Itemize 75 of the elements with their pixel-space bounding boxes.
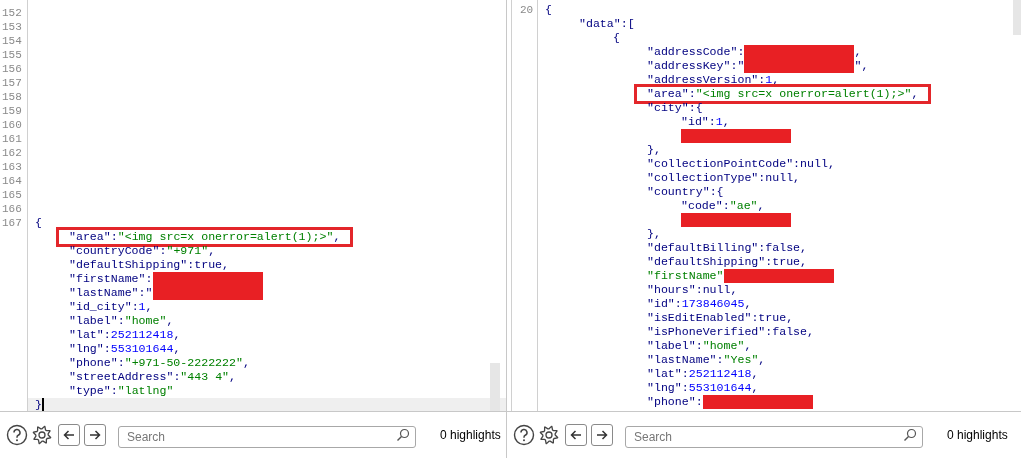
line-number: 157 xyxy=(2,76,23,90)
code-line: "city":{ xyxy=(647,101,703,115)
scrollbar-thumb[interactable] xyxy=(1013,0,1021,35)
line-number: 161 xyxy=(2,132,23,146)
code-editor[interactable] xyxy=(507,0,1021,412)
search-field[interactable]: Search xyxy=(118,425,416,448)
code-line: "id_city":1, xyxy=(69,300,153,314)
code-line: "id":173846045, xyxy=(647,297,752,311)
code-line: }, xyxy=(647,227,661,241)
code-line: "id":1, xyxy=(681,115,730,129)
help-icon[interactable] xyxy=(513,423,535,446)
code-line: { xyxy=(545,3,552,17)
code-line: "isPhoneVerified":false, xyxy=(647,325,814,339)
code-line: "country":{ xyxy=(647,185,724,199)
code-line: "label":"home", xyxy=(647,339,752,353)
scrollbar-thumb[interactable] xyxy=(490,363,500,411)
line-number: 165 xyxy=(2,188,23,202)
highlight-count: 0 highlights xyxy=(947,426,1008,444)
code-line: "streetAddress":"443 4", xyxy=(69,370,236,384)
highlight-count: 0 highlights xyxy=(440,426,501,444)
line-number: 166 xyxy=(2,202,23,216)
line-number: 153 xyxy=(2,20,23,34)
code-line: "collectionPointCode":null, xyxy=(647,157,835,171)
code-line: } xyxy=(35,398,42,411)
settings-icon[interactable] xyxy=(32,424,52,445)
code-line: }, xyxy=(647,143,661,157)
search-icon[interactable] xyxy=(396,427,410,442)
code-line: "addressCode": xyxy=(647,45,745,59)
line-number: 164 xyxy=(2,174,23,188)
search-icon[interactable] xyxy=(903,427,917,442)
code-line: "defaultBilling":false, xyxy=(647,241,808,255)
code-line: { xyxy=(613,31,620,45)
code-line: "isEditEnabled":true, xyxy=(647,311,794,325)
code-line: "hours":null, xyxy=(647,283,738,297)
code-line: "label":"home", xyxy=(69,314,174,328)
line-number: 167 xyxy=(2,216,23,230)
code-line: "lng":553101644, xyxy=(69,342,181,356)
line-number: 163 xyxy=(2,160,23,174)
line-number: 156 xyxy=(2,62,23,76)
code-line: "phone": xyxy=(647,395,703,409)
line-number: 162 xyxy=(2,146,23,160)
code-line: "firstName": xyxy=(69,272,153,286)
code-line: "lng":553101644, xyxy=(647,381,759,395)
code-line: "area":"<img src=x onerror=alert(1);>", xyxy=(637,87,929,101)
code-line: "data":[ xyxy=(579,17,635,31)
code-line: "type":"latlng" xyxy=(69,384,174,398)
help-icon[interactable] xyxy=(6,423,28,446)
code-line: "lat":252112418, xyxy=(647,367,759,381)
code-line: "lastName":"Yes", xyxy=(647,353,766,367)
code-editor[interactable] xyxy=(0,0,506,412)
code-line: "addressKey":" xyxy=(647,59,745,73)
line-number: 152 xyxy=(2,6,23,20)
line-number: 160 xyxy=(2,118,23,132)
line-number: 154 xyxy=(2,34,23,48)
code-line: "defaultShipping":true, xyxy=(647,255,808,269)
code-line: "addressVersion":1, xyxy=(647,73,780,87)
code-line: , xyxy=(854,45,862,59)
line-number: 20 xyxy=(520,3,535,17)
line-number: 155 xyxy=(2,48,23,62)
code-line: "firstName" xyxy=(647,269,724,283)
line-number: 158 xyxy=(2,90,23,104)
settings-icon[interactable] xyxy=(539,424,559,445)
search-field[interactable]: Search xyxy=(625,425,923,448)
code-line: "phone":"+971-50-2222222", xyxy=(69,356,250,370)
code-line: { xyxy=(35,216,42,230)
code-line: "countryCode":"+971", xyxy=(69,244,216,258)
code-line: "collectionType":null, xyxy=(647,171,801,185)
code-line: "lat":252112418, xyxy=(69,328,181,342)
code-line: "lastName":" xyxy=(69,286,153,300)
code-line: "defaultShipping":true, xyxy=(69,258,230,272)
line-number: 159 xyxy=(2,104,23,118)
text-caret xyxy=(41,398,44,411)
code-line: "code":"ae", xyxy=(681,199,765,213)
code-line: ", xyxy=(854,59,869,73)
code-line: "area":"<img src=x onerror=alert(1);>", xyxy=(59,230,351,244)
